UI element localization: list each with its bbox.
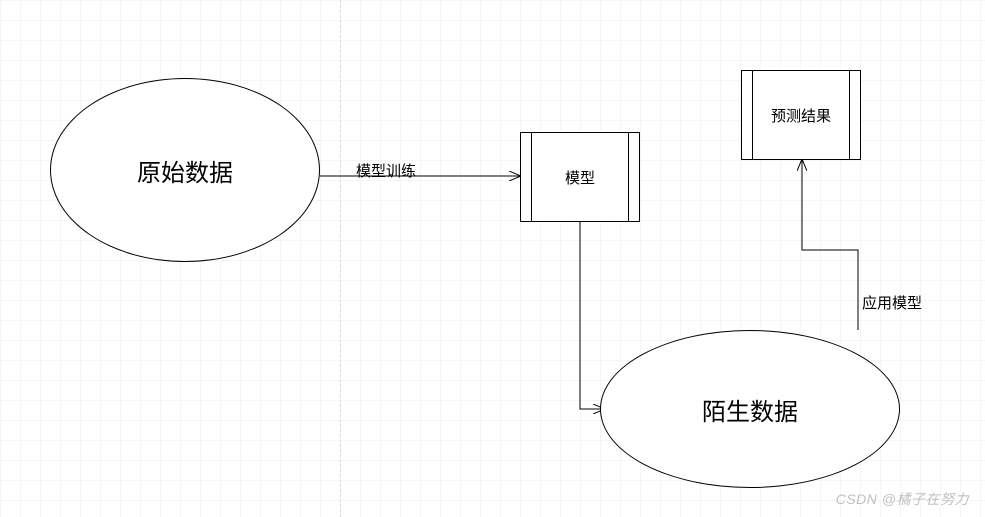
node-unknown-data: 陌生数据 — [600, 330, 900, 488]
node-raw-data: 原始数据 — [50, 78, 320, 262]
node-unknown-data-label: 陌生数据 — [702, 392, 798, 427]
watermark: CSDN @橘子在努力 — [836, 489, 969, 509]
node-prediction: 预测结果 — [741, 70, 861, 160]
edge-label-apply: 应用模型 — [862, 292, 922, 313]
divider — [628, 133, 629, 221]
divider — [531, 133, 532, 221]
vertical-guide-line — [340, 0, 341, 517]
node-model-label: 模型 — [565, 167, 595, 188]
edge-to-unknown — [580, 222, 604, 409]
divider — [849, 71, 850, 159]
edge-label-train: 模型训练 — [356, 160, 416, 181]
edge-apply — [802, 160, 858, 330]
node-prediction-label: 预测结果 — [771, 105, 831, 126]
node-raw-data-label: 原始数据 — [137, 153, 233, 188]
divider — [752, 71, 753, 159]
node-model: 模型 — [520, 132, 640, 222]
